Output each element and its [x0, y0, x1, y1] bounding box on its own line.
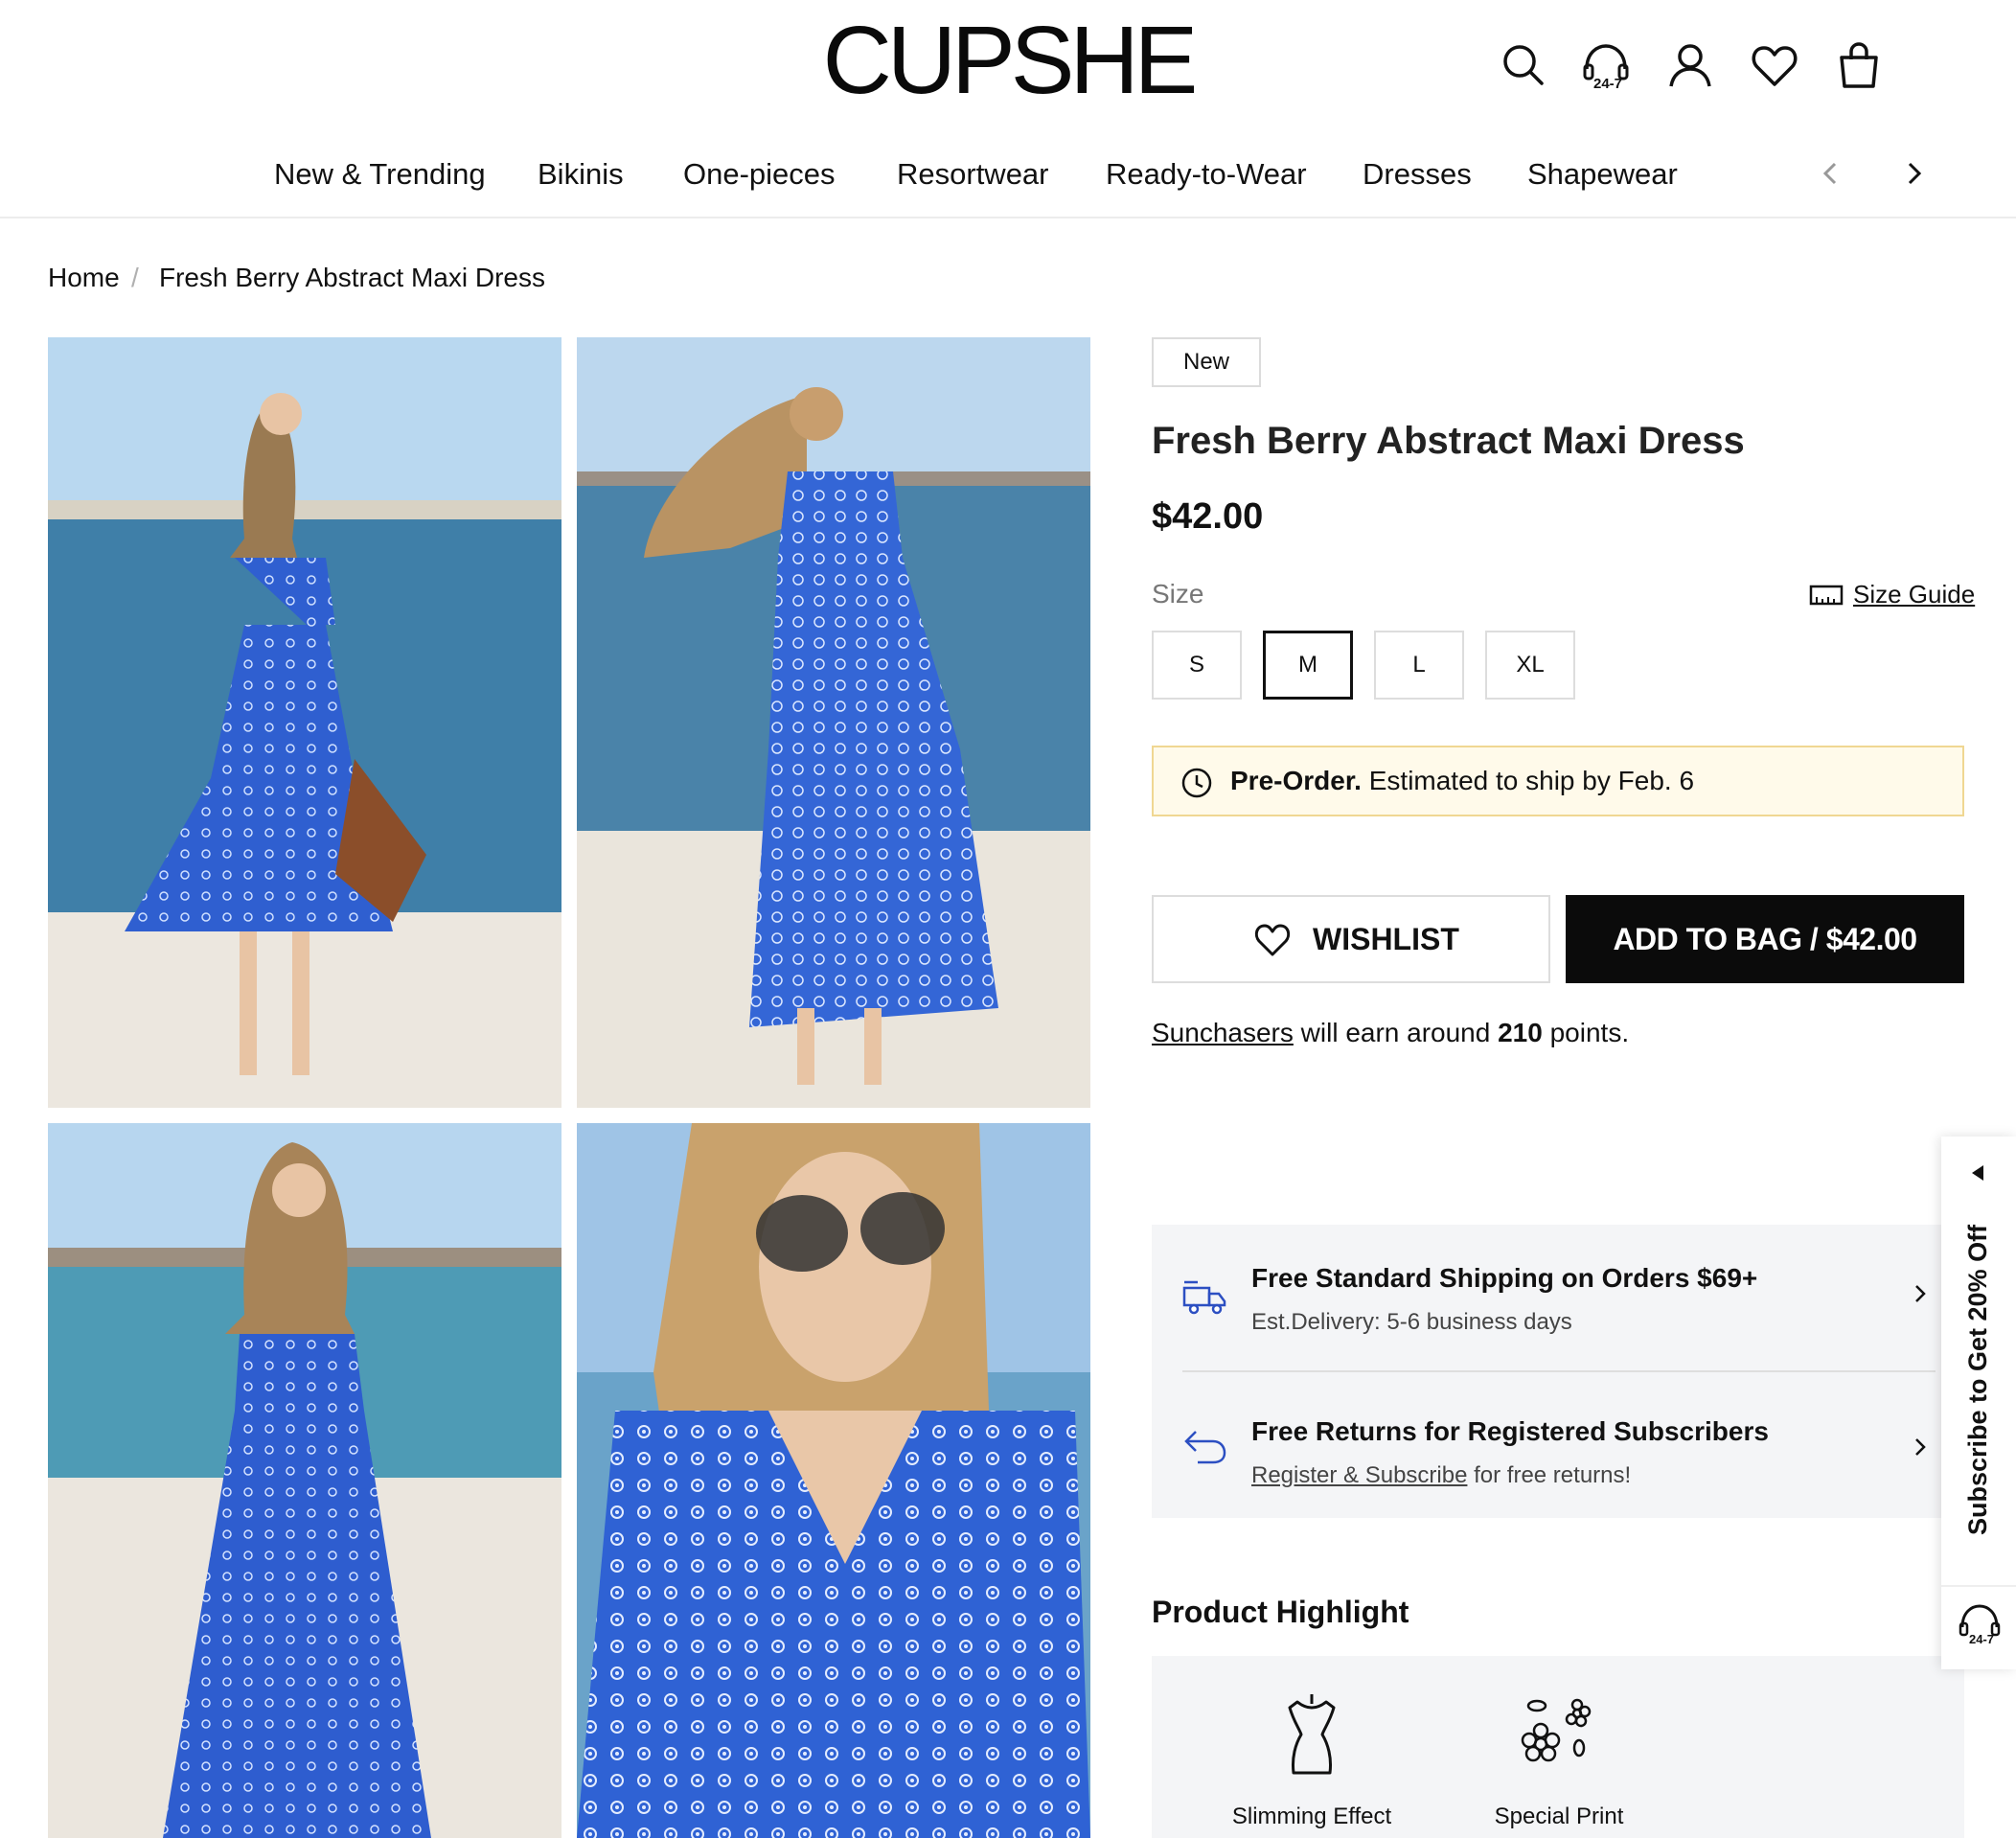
wishlist-label: WISHLIST [1313, 922, 1459, 956]
product-photo-1[interactable] [48, 337, 561, 1108]
product-photo-4[interactable] [577, 1123, 1090, 1838]
ruler-icon [1809, 585, 1844, 606]
new-badge: New [1152, 337, 1261, 387]
highlight-slimming-label: Slimming Effect [1231, 1804, 1392, 1829]
add-to-bag-button[interactable]: ADD TO BAG / $42.00 [1566, 895, 1964, 983]
preorder-text: Estimated to ship by [1368, 766, 1611, 795]
support-24-7-icon[interactable]: 24-7 [1579, 38, 1633, 92]
perk-shipping-title[interactable]: Free Standard Shipping on Orders $69+ [1251, 1259, 1757, 1298]
perk-returns-subtitle: Register & Subscribe for free returns! [1251, 1459, 1631, 1493]
product-title: Fresh Berry Abstract Maxi Dress [1152, 420, 1745, 462]
delivery-truck-icon [1182, 1280, 1226, 1315]
search-icon[interactable] [1497, 38, 1550, 92]
subscribe-offer-text[interactable]: Subscribe to Get 20% Off [1949, 1198, 2006, 1562]
points-text-after: points. [1549, 1018, 1630, 1047]
register-subscribe-link[interactable]: Register & Subscribe [1251, 1462, 1467, 1488]
breadcrumb-current: Fresh Berry Abstract Maxi Dress [159, 263, 545, 292]
perk-returns-title[interactable]: Free Returns for Registered Subscribers [1251, 1413, 1769, 1451]
size-option-m[interactable]: M [1263, 631, 1353, 700]
points-info: Sunchasers will earn around 210 points. [1152, 1014, 1629, 1052]
chevron-right-icon[interactable] [1911, 1280, 1930, 1307]
chevron-left-icon[interactable] [1815, 157, 1847, 190]
size-option-xl[interactable]: XL [1485, 631, 1575, 700]
product-price: $42.00 [1152, 496, 1264, 537]
breadcrumb-separator: / [131, 263, 139, 292]
support-24-7-icon[interactable]: 24-7 [1957, 1600, 2003, 1646]
clock-icon [1181, 768, 1212, 798]
nav-item-dresses[interactable]: Dresses [1363, 153, 1472, 195]
chevron-right-icon[interactable] [1911, 1434, 1930, 1460]
size-option-l[interactable]: L [1374, 631, 1464, 700]
product-highlight-panel: Slimming Effect Special Print [1152, 1656, 1964, 1838]
preorder-label: Pre-Order. [1230, 766, 1362, 795]
perk-shipping-subtitle: Est.Delivery: 5-6 business days [1251, 1309, 1572, 1335]
nav-item-new-trending[interactable]: New & Trending [274, 153, 486, 195]
subscribe-side-tab[interactable]: Subscribe to Get 20% Off 24-7 [1941, 1137, 2016, 1669]
perk-returns-subtitle-rest: for free returns! [1474, 1462, 1632, 1488]
perks-panel: Free Standard Shipping on Orders $69+ Es… [1152, 1225, 1964, 1518]
header-divider [0, 217, 2016, 218]
preorder-notice: Pre-Order. Estimated to ship by Feb. 6 [1152, 746, 1964, 816]
breadcrumb-home[interactable]: Home [48, 259, 120, 297]
points-value: 210 [1498, 1018, 1543, 1047]
side-tab-divider [1941, 1585, 2016, 1587]
main-nav: New & Trending Bikinis One-pieces Resort… [0, 153, 2016, 201]
heart-icon [1254, 924, 1291, 956]
chevron-right-icon[interactable] [1897, 157, 1930, 190]
side-tab-support-badge: 24-7 [1969, 1632, 1994, 1646]
perks-divider [1182, 1370, 1936, 1372]
wishlist-button[interactable]: WISHLIST [1152, 895, 1550, 983]
wishlist-heart-icon[interactable] [1748, 38, 1801, 92]
shopping-bag-icon[interactable] [1832, 38, 1886, 92]
nav-item-one-pieces[interactable]: One-pieces [683, 153, 836, 195]
flowers-icon [1521, 1698, 1592, 1762]
sunchasers-link[interactable]: Sunchasers [1152, 1018, 1294, 1047]
nav-item-bikinis[interactable]: Bikinis [538, 153, 624, 195]
product-photo-3[interactable] [48, 1123, 561, 1838]
points-text-before: will earn around [1300, 1018, 1491, 1047]
product-photo-2[interactable] [577, 337, 1090, 1108]
size-label: Size [1152, 579, 1204, 609]
preorder-date: Feb. 6 [1617, 766, 1695, 795]
product-highlight-title: Product Highlight [1152, 1595, 1409, 1629]
nav-item-ready-to-wear[interactable]: Ready-to-Wear [1106, 153, 1307, 195]
highlight-print-label: Special Print [1494, 1804, 1624, 1829]
nav-item-shapewear[interactable]: Shapewear [1527, 153, 1678, 195]
return-arrow-icon [1184, 1431, 1226, 1464]
size-option-s[interactable]: S [1152, 631, 1242, 700]
size-guide-label[interactable]: Size Guide [1853, 575, 1975, 613]
dress-form-icon [1288, 1694, 1336, 1775]
collapse-triangle-icon[interactable] [1968, 1163, 1987, 1183]
nav-item-resortwear[interactable]: Resortwear [897, 153, 1049, 195]
account-icon[interactable] [1663, 38, 1717, 92]
support-badge-text: 24-7 [1593, 76, 1622, 92]
